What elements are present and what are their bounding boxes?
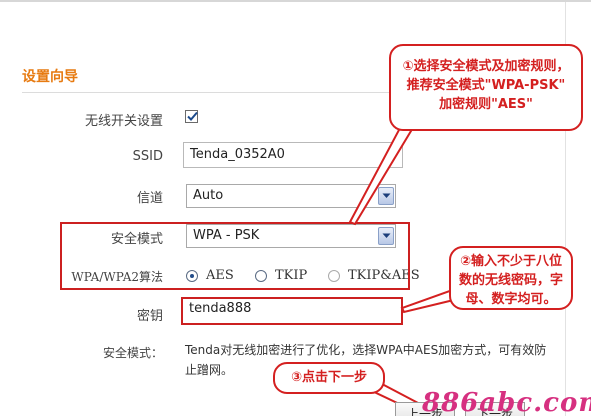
callout-pointer-1 bbox=[348, 124, 416, 226]
callout-step2: ②输入不少于八位数的无线密码，字母、数字均可。 bbox=[449, 246, 573, 310]
callout-step1: ①选择安全模式及加密规则，推荐安全模式"WPA-PSK" 加密规则"AES" bbox=[389, 44, 583, 131]
callout-step3: ③点击下一步 bbox=[273, 362, 385, 394]
watermark: 886abc.com bbox=[422, 388, 591, 416]
wizard-panel: 设置向导 无线开关设置 SSID Tenda_0352A0 信道 Auto 安全… bbox=[0, 0, 591, 416]
